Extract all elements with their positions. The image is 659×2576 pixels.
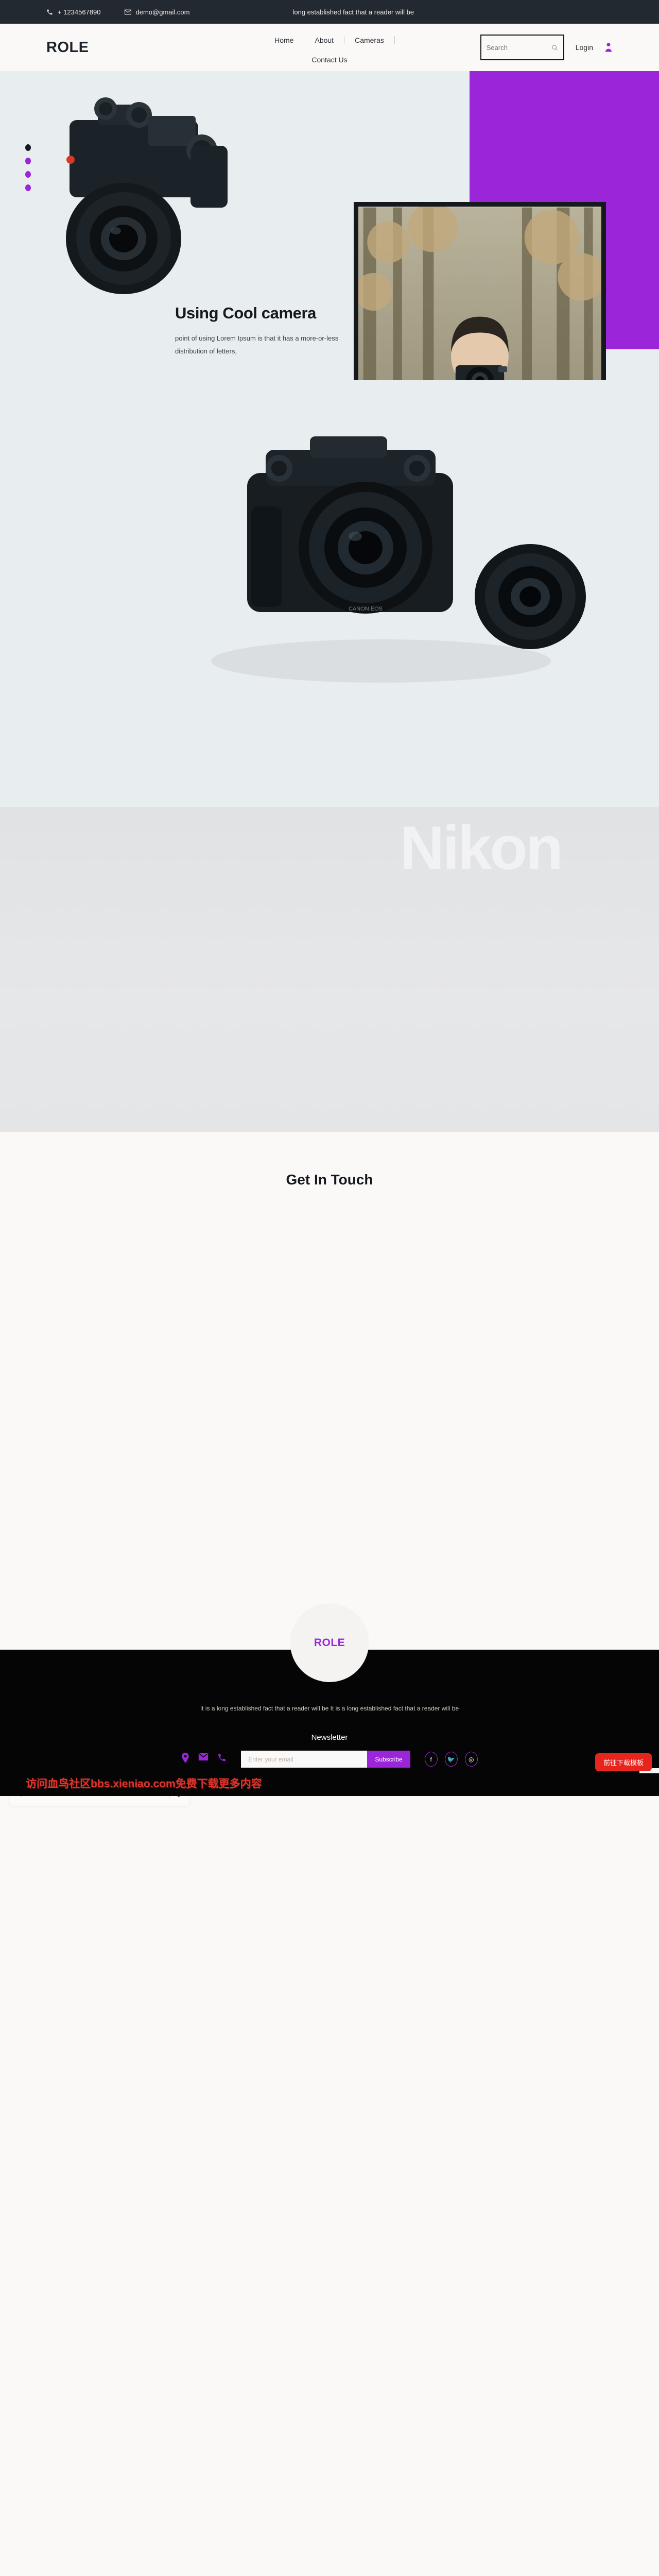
download-template-button[interactable]: 前往下载模板: [595, 1753, 652, 1771]
topbar-email-text: demo@gmail.com: [135, 8, 190, 16]
our-cameras-section: Nikon Our Cameras Best Camera $400: [0, 807, 659, 1132]
topbar-phone-text: + 1234567890: [58, 8, 101, 16]
nav-links: Home About Cameras Contact Us: [165, 36, 494, 64]
footer-contact-icons: [181, 1753, 227, 1766]
mail-icon: [124, 9, 131, 15]
newsletter-title: Newsletter: [311, 1733, 348, 1742]
cameras-watermark: Nikon: [400, 814, 563, 883]
social-links: f 🐦 ◎: [424, 1752, 478, 1767]
nav-item-cameras[interactable]: Cameras: [344, 36, 395, 44]
hero-section: Using Cool camera point of using Lorem I…: [0, 71, 659, 380]
site-watermark: 访问血鸟社区bbs.xieniao.com免费下载更多内容: [26, 1778, 262, 1790]
hero-camera-image: [66, 97, 228, 294]
newsletter-row: Subscribe f 🐦 ◎: [0, 1751, 659, 1768]
svg-text:CANON EOS: CANON EOS: [349, 606, 383, 612]
brand-logo[interactable]: ROLE: [46, 39, 89, 56]
subscribe-button[interactable]: Subscribe: [367, 1751, 410, 1768]
topbar-email[interactable]: demo@gmail.com: [124, 8, 190, 16]
nav-item-about[interactable]: About: [304, 36, 345, 44]
mail-icon[interactable]: [198, 1753, 209, 1766]
instagram-icon[interactable]: ◎: [464, 1752, 478, 1767]
hero-photo-frame: [354, 202, 606, 380]
topbar-tagline: long established fact that a reader will…: [292, 8, 414, 16]
contact-section: Get In Touch Type Of Camera ▼ SEND: [0, 1132, 659, 1397]
about-camera-image: CANON EOS: [211, 436, 586, 683]
location-pin-icon[interactable]: [181, 1753, 189, 1766]
newsletter-email-input[interactable]: [241, 1751, 368, 1768]
facebook-icon[interactable]: f: [424, 1752, 438, 1767]
login-link[interactable]: Login: [576, 43, 593, 52]
contact-title: Get In Touch: [286, 1172, 373, 1188]
nav-item-home[interactable]: Home: [264, 36, 305, 44]
nav-item-contact-us[interactable]: Contact Us: [165, 56, 494, 64]
nav-right-group: Login: [480, 35, 613, 60]
top-contact-bar: + 1234567890 demo@gmail.com long establi…: [0, 0, 659, 24]
search-icon[interactable]: [551, 44, 558, 51]
phone-icon: [46, 9, 53, 15]
topbar-phone[interactable]: + 1234567890: [46, 8, 101, 16]
user-icon[interactable]: [604, 42, 613, 53]
footer-logo-badge[interactable]: ROLE: [290, 1603, 369, 1682]
photographer-photo: [358, 207, 601, 380]
site-footer: ROLE It is a long established fact that …: [0, 1603, 659, 1796]
phone-icon[interactable]: [217, 1753, 227, 1766]
main-navbar: ROLE Home About Cameras Contact Us Login: [0, 24, 659, 71]
twitter-icon[interactable]: 🐦: [444, 1752, 458, 1767]
about-section: CANON EOS About Us It is a long establis…: [0, 380, 659, 807]
search-input[interactable]: [486, 43, 551, 52]
hero-paragraph: point of using Lorem Ipsum is that it ha…: [175, 334, 339, 355]
